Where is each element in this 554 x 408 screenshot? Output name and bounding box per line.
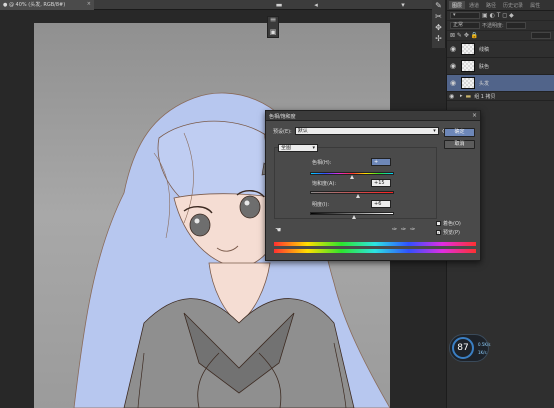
- blend-mode-select[interactable]: 正常: [450, 22, 480, 29]
- channel-select[interactable]: 全图 ▾: [278, 144, 318, 152]
- preset-value: 默认: [297, 128, 308, 134]
- eye-icon[interactable]: ◉: [449, 93, 457, 100]
- preview-checkbox[interactable]: ✓ 预览(P): [436, 229, 460, 236]
- layer-name: 线稿: [479, 46, 490, 53]
- eyedropper-icon[interactable]: ✑: [392, 226, 397, 233]
- fill-field[interactable]: [531, 32, 551, 39]
- filter-kind-select[interactable]: ▾: [450, 12, 480, 19]
- cross-icon[interactable]: ✢: [432, 33, 445, 44]
- expand-arrow-icon[interactable]: ▸: [460, 93, 463, 99]
- lightness-slider-thumb[interactable]: [352, 215, 356, 219]
- colorize-box[interactable]: [436, 221, 441, 226]
- adjustment-group: [274, 147, 437, 219]
- document-title: ● @ 40% (头发, RGB/8#): [3, 2, 66, 8]
- blend-row: 正常 不透明度:: [447, 21, 554, 31]
- layer-name: 头发: [479, 80, 490, 87]
- hue-saturation-dialog: 色相/饱和度 × 预设(E): 默认 ▾ ⚙ 确定 取消 全图 ▾ 色相(H):…: [265, 110, 481, 261]
- colorize-label: 着色(O): [443, 221, 461, 227]
- chevron-down-icon: ▾: [312, 145, 315, 151]
- tab-paths[interactable]: 路径: [483, 1, 499, 9]
- saturation-slider[interactable]: [310, 191, 394, 194]
- preset-row: 预设(E): 默认 ▾ ⚙: [273, 127, 447, 135]
- tab-layers[interactable]: 图层: [449, 1, 466, 9]
- tab-channels[interactable]: 通道: [466, 1, 482, 9]
- saturation-label: 饱和度(A):: [312, 181, 337, 187]
- saturation-field[interactable]: +15: [371, 179, 391, 187]
- layer-group[interactable]: ◉ ▸ ▬ 组 1 拷贝: [447, 92, 554, 101]
- layer-item-selected[interactable]: ◉ 头发: [447, 75, 554, 92]
- arrange-icon[interactable]: ▬: [275, 1, 283, 9]
- tab-history[interactable]: 历史记录: [500, 1, 526, 9]
- network-gauge: 87 0.5K/s 1K/s: [449, 334, 491, 362]
- channel-value: 全图: [281, 145, 292, 151]
- preset-label: 预设(E):: [273, 128, 292, 135]
- preset-select[interactable]: 默认 ▾: [294, 127, 439, 135]
- layer-thumbnail: [461, 43, 475, 55]
- close-icon[interactable]: ×: [472, 112, 477, 119]
- lock-row: ⊠ ✎ ✥ 🔒: [447, 31, 554, 41]
- opacity-label: 不透明度:: [482, 23, 504, 29]
- preview-box[interactable]: ✓: [436, 230, 441, 235]
- hue-label: 色相(H):: [312, 160, 332, 166]
- layer-thumbnail: [461, 60, 475, 72]
- filter-icons[interactable]: ▣ ◐ T ◻ ◆: [482, 12, 514, 19]
- preview-label: 预览(P): [443, 230, 460, 236]
- eye-icon[interactable]: ◉: [449, 62, 457, 70]
- menu-icon[interactable]: ▾: [399, 1, 407, 9]
- layer-name: 肤色: [479, 63, 490, 70]
- gauge-percent: 87: [452, 337, 474, 359]
- eyedropper-tools: ✑ ✑ ✑: [392, 226, 415, 233]
- group-name: 组 1 拷贝: [474, 93, 496, 100]
- folder-icon: ▬: [465, 92, 472, 100]
- output-color-bar: [274, 249, 476, 253]
- panel-tabs: 图层 通道 路径 历史记录 属性: [447, 0, 554, 11]
- cancel-button[interactable]: 取消: [444, 140, 475, 149]
- input-color-bar: [274, 242, 476, 246]
- tab-properties[interactable]: 属性: [527, 1, 543, 9]
- layer-item[interactable]: ◉ 线稿: [447, 41, 554, 58]
- eye-icon[interactable]: ◉: [449, 79, 457, 87]
- saturation-slider-thumb[interactable]: [356, 194, 360, 198]
- transform-icon[interactable]: ✥: [432, 22, 445, 33]
- chevron-down-icon: ▾: [433, 128, 436, 134]
- layer-item[interactable]: ◉ 肤色: [447, 58, 554, 75]
- lightness-label: 明度(I):: [312, 202, 330, 208]
- panel-tool-strip: ✎ ✂ ✥ ✢: [432, 0, 446, 48]
- upload-rate: 0.5K/s: [478, 342, 491, 347]
- scissors-icon[interactable]: ✂: [432, 11, 445, 22]
- brush-icon[interactable]: ✎: [432, 0, 445, 11]
- download-rate: 1K/s: [478, 350, 487, 355]
- eye-icon[interactable]: ◉: [449, 45, 457, 53]
- eyedropper-add-icon[interactable]: ✑: [401, 226, 406, 233]
- opacity-field[interactable]: [505, 22, 526, 29]
- layer-filter-row: ▾ ▣ ◐ T ◻ ◆: [447, 11, 554, 21]
- hue-slider-thumb[interactable]: [350, 175, 354, 179]
- close-tab-icon[interactable]: ×: [87, 1, 91, 7]
- lock-icons[interactable]: ⊠ ✎ ✥ 🔒: [450, 32, 478, 39]
- document-tab[interactable]: ● @ 40% (头发, RGB/8#) ×: [0, 0, 94, 10]
- rotate-icon[interactable]: ◂: [312, 1, 320, 9]
- eyedropper-subtract-icon[interactable]: ✑: [410, 226, 415, 233]
- hand-adjust-icon[interactable]: ☚: [275, 226, 281, 234]
- ok-button[interactable]: 确定: [444, 128, 475, 137]
- dialog-title: 色相/饱和度: [266, 111, 480, 121]
- colorize-checkbox[interactable]: 着色(O): [436, 220, 461, 227]
- layer-thumbnail: [461, 77, 475, 89]
- lightness-field[interactable]: +6: [371, 200, 391, 208]
- hue-field[interactable]: +: [371, 158, 391, 166]
